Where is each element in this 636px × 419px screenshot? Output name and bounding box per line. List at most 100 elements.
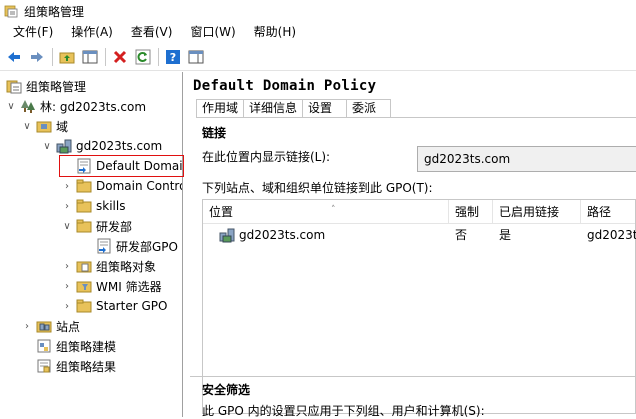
column-label: 位置 (209, 205, 234, 219)
toolbar-separator (105, 47, 106, 66)
expand-chevron-icon[interactable]: › (60, 276, 74, 296)
domains-folder-icon (36, 121, 52, 133)
tree-node-yanfabu[interactable]: ∨ 研发部 (60, 216, 132, 236)
domain-icon (56, 139, 72, 154)
tree-node-yanfabu-gpo[interactable]: 研发部GPO (80, 236, 178, 256)
gpo-folder-icon (76, 261, 92, 273)
console-tree-icon (82, 50, 98, 63)
gpmc-app-icon (4, 5, 18, 18)
cell-path: gd2023ts.com (587, 228, 636, 242)
column-header-location[interactable]: 位置 ˄ (203, 200, 449, 224)
column-header-path[interactable]: 路径 (581, 200, 636, 224)
back-button[interactable] (3, 46, 25, 68)
forest-icon (21, 100, 35, 113)
refresh-icon (135, 49, 151, 64)
tree-node-skills[interactable]: › skills (60, 196, 125, 216)
collapse-chevron-icon[interactable]: ∨ (20, 116, 34, 136)
tree-label: skills (96, 199, 126, 213)
help-button[interactable]: ? (162, 46, 184, 68)
tree-node-sites[interactable]: › 站点 (20, 316, 80, 336)
modeling-icon (37, 339, 51, 353)
menu-action[interactable]: 操作(A) (62, 22, 122, 42)
toolbar-separator (158, 47, 159, 66)
console-tree: 组策略管理 ∨ 林: gd2023ts.com ∨ 域 ∨ gd2023ts.c… (0, 72, 183, 417)
tree-node-gpmc-root[interactable]: 组策略管理 (4, 76, 86, 96)
cell-location: gd2023ts.com (209, 224, 449, 246)
tree-node-results[interactable]: 组策略结果 (34, 356, 116, 376)
security-filtering-section: 安全筛选 此 GPO 内的设置只应用于下列组、用户和计算机(S): (190, 376, 636, 418)
tree-node-gpo-objects[interactable]: › 组策略对象 (60, 256, 156, 276)
tree-label: 组策略结果 (56, 359, 117, 374)
delete-x-icon (113, 50, 127, 63)
gpo-link-icon (97, 238, 111, 254)
svg-text:?: ? (170, 51, 176, 64)
scope-tab-content: 链接 在此位置内显示链接(L): gd2023ts.com 下列站点、域和组织单… (196, 117, 636, 417)
expand-chevron-icon[interactable]: › (20, 316, 34, 336)
tree-label: 站点 (56, 319, 81, 334)
collapse-chevron-icon[interactable]: ∨ (4, 96, 18, 116)
sites-icon (36, 321, 52, 333)
policy-title: Default Domain Policy (193, 78, 377, 94)
results-icon (37, 359, 51, 373)
starter-gpo-folder-icon (76, 299, 92, 313)
tab-scope[interactable]: 作用域 (196, 99, 245, 117)
tree-label: Starter GPO (96, 299, 168, 313)
tab-settings[interactable]: 设置 (302, 99, 348, 117)
tree-node-wmi-filters[interactable]: › WMI 筛选器 (60, 276, 162, 296)
location-combobox[interactable]: gd2023ts.com (417, 146, 636, 172)
cell-link-enabled: 是 (499, 228, 512, 242)
expand-chevron-icon[interactable]: › (60, 256, 74, 276)
tree-node-domain-controllers[interactable]: › Domain Controllers (60, 176, 182, 196)
tree-label: gd2023ts.com (76, 139, 163, 153)
tree-node-starter-gpo[interactable]: › Starter GPO (60, 296, 167, 316)
forward-arrow-icon (31, 51, 43, 62)
title-bar: 组策略管理 (0, 0, 636, 22)
expand-chevron-icon[interactable]: › (60, 176, 74, 196)
security-filtering-heading: 安全筛选 (202, 383, 251, 397)
menu-help[interactable]: 帮助(H) (245, 22, 305, 42)
tree-node-domain[interactable]: ∨ gd2023ts.com (40, 136, 162, 156)
column-header-link-enabled[interactable]: 已启用链接 (493, 200, 581, 224)
menu-view[interactable]: 查看(V) (122, 22, 182, 42)
location-text: gd2023ts.com (239, 228, 326, 242)
tree-node-domains[interactable]: ∨ 域 (20, 116, 68, 136)
folder-up-icon (59, 52, 75, 63)
security-filtering-desc: 此 GPO 内的设置只应用于下列组、用户和计算机(S): (202, 404, 485, 418)
column-header-enforced[interactable]: 强制 (449, 200, 493, 224)
tree-label: 域 (56, 119, 69, 134)
tab-details[interactable]: 详细信息 (243, 99, 304, 117)
table-row[interactable]: gd2023ts.com 否 是 gd2023ts.com (203, 224, 636, 246)
ou-folder-icon (76, 179, 92, 193)
linked-locations-label: 下列站点、域和组织单位链接到此 GPO(T): (202, 181, 433, 195)
tab-delegation[interactable]: 委派 (346, 99, 392, 117)
links-list-header: 位置 ˄ 强制 已启用链接 路径 (203, 200, 635, 224)
tree-node-forest[interactable]: ∨ 林: gd2023ts.com (4, 96, 146, 116)
show-hide-tree-button[interactable] (79, 46, 101, 68)
menu-window[interactable]: 窗口(W) (181, 22, 244, 42)
tree-node-modeling[interactable]: 组策略建模 (34, 336, 116, 356)
window-title: 组策略管理 (24, 4, 85, 19)
tree-label: 研发部 (96, 219, 133, 234)
toolbar-separator (52, 47, 53, 66)
tab-strip: 作用域 详细信息 设置 委派 (196, 99, 392, 117)
gpmc-icon (6, 80, 22, 94)
tree-label: 组策略对象 (96, 259, 157, 274)
forward-button[interactable] (26, 46, 48, 68)
cell-enforced: 否 (455, 228, 468, 242)
up-level-button[interactable] (56, 46, 78, 68)
refresh-button[interactable] (132, 46, 154, 68)
menu-file[interactable]: 文件(F) (4, 22, 62, 42)
collapse-chevron-icon[interactable]: ∨ (40, 136, 54, 156)
collapse-chevron-icon[interactable]: ∨ (60, 216, 74, 236)
expand-chevron-icon[interactable]: › (60, 296, 74, 316)
show-links-label: 在此位置内显示链接(L): (202, 150, 331, 164)
tree-label: 研发部GPO (116, 239, 178, 254)
back-arrow-icon (8, 51, 20, 62)
tree-label: 组策略建模 (56, 339, 117, 354)
domain-icon (219, 228, 235, 243)
menu-bar: 文件(F) 操作(A) 查看(V) 窗口(W) 帮助(H) (0, 22, 636, 42)
delete-button[interactable] (109, 46, 131, 68)
toolbar: ? (0, 43, 636, 71)
expand-chevron-icon[interactable]: › (60, 196, 74, 216)
action-pane-button[interactable] (185, 46, 207, 68)
